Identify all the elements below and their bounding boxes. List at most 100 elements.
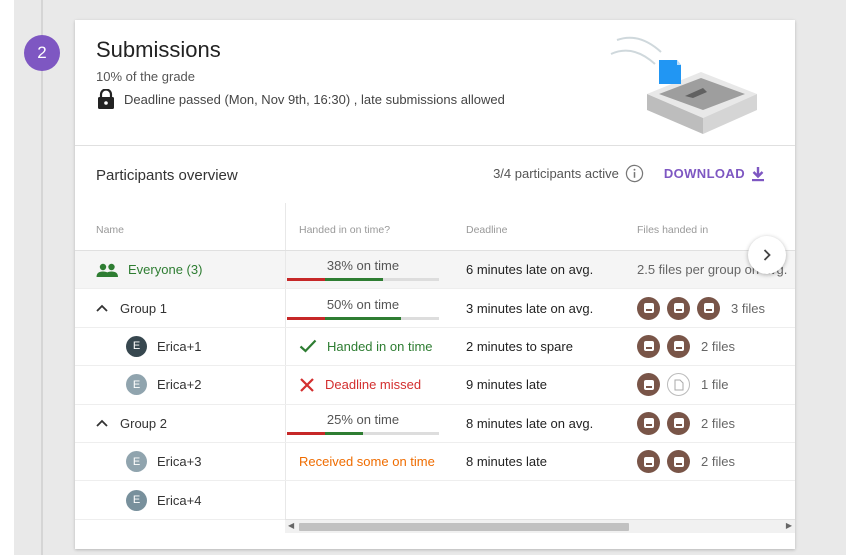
table-row-erica-1[interactable]: E Erica+1 Handed in on time 2 minutes to… <box>75 327 795 367</box>
scrollbar-thumb[interactable] <box>299 523 629 531</box>
on-time-segment <box>325 431 363 435</box>
file-count: 2 files <box>701 338 735 354</box>
close-icon <box>300 378 314 392</box>
on-time-cell: 25% on time <box>285 404 445 442</box>
timeline-line <box>41 0 43 555</box>
deadline-text: Deadline passed (Mon, Nov 9th, 16:30) , … <box>124 91 505 107</box>
on-time-label: 50% on time <box>326 296 400 312</box>
deadline-cell: 2 minutes to spare <box>466 338 573 354</box>
scroll-right-arrow-icon[interactable]: ▶ <box>786 521 792 530</box>
card-header: Submissions 10% of the grade Deadline pa… <box>75 20 795 146</box>
files-cell: 2 files <box>637 405 795 442</box>
download-button[interactable]: DOWNLOAD <box>664 166 765 182</box>
on-time-bar <box>287 278 439 282</box>
image-file-icon[interactable] <box>637 450 660 474</box>
table-row-erica-2[interactable]: E Erica+2 Deadline missed 9 minutes late… <box>75 366 795 405</box>
table-row-erica-4[interactable]: E Erica+4 <box>75 481 795 520</box>
on-time-cell: 50% on time <box>285 289 445 327</box>
image-file-icon[interactable] <box>637 411 660 435</box>
participant-cell: E Erica+2 <box>96 366 281 403</box>
status-cell: Deadline missed <box>285 366 445 404</box>
scroll-right-button[interactable] <box>748 236 786 274</box>
info-icon[interactable] <box>625 164 644 183</box>
document-file-icon[interactable] <box>667 373 690 397</box>
col-time-header[interactable]: Handed in on time? <box>285 203 445 250</box>
participant-cell: E Erica+1 <box>96 328 281 365</box>
col-deadline-header[interactable]: Deadline <box>466 203 626 250</box>
group-label: Group 1 <box>120 300 167 316</box>
overview-title: Participants overview <box>96 167 238 184</box>
inbox-illustration <box>610 36 757 134</box>
status-text: Deadline missed <box>325 377 422 393</box>
file-count: 2 files <box>701 454 735 470</box>
step-number-badge: 2 <box>24 35 60 71</box>
deadline-cell: 9 minutes late <box>466 377 547 393</box>
image-file-icon[interactable] <box>667 334 690 358</box>
image-file-icon[interactable] <box>637 334 660 358</box>
check-icon <box>299 340 317 354</box>
everyone-label: Everyone (3) <box>128 262 203 278</box>
files-cell: 3 files <box>637 289 795 326</box>
people-icon <box>96 263 118 277</box>
status-cell: Handed in on time <box>285 327 445 366</box>
scroll-left-arrow-icon[interactable]: ◀ <box>288 521 294 530</box>
table-header: Name Handed in on time? Deadline Files h… <box>75 203 795 251</box>
participant-name: Erica+4 <box>157 492 202 508</box>
everyone-cell: Everyone (3) <box>96 251 281 288</box>
active-participants: 3/4 participants active <box>493 166 619 181</box>
page-title: Submissions <box>96 37 221 62</box>
participants-table: Name Handed in on time? Deadline Files h… <box>75 203 795 520</box>
on-time-segment <box>325 278 383 282</box>
image-file-icon[interactable] <box>667 296 690 320</box>
image-file-icon[interactable] <box>637 296 660 320</box>
status-text: Handed in on time <box>327 338 433 354</box>
table-row-group-2[interactable]: Group 2 25% on time 8 minutes late on av… <box>75 404 795 443</box>
avatar: E <box>126 335 147 357</box>
late-segment <box>287 431 325 435</box>
file-count: 1 file <box>701 377 729 393</box>
table-row-erica-3[interactable]: E Erica+3 Received some on time 8 minute… <box>75 442 795 482</box>
download-label: DOWNLOAD <box>663 166 745 181</box>
chevron-up-icon[interactable] <box>96 419 108 427</box>
files-cell: 2 files <box>637 328 795 365</box>
deadline-cell: 3 minutes late on avg. <box>466 300 594 316</box>
submissions-card: Submissions 10% of the grade Deadline pa… <box>75 20 795 549</box>
lock-icon <box>98 89 114 109</box>
horizontal-scrollbar[interactable]: ◀ ▶ <box>285 519 795 533</box>
grade-weight: 10% of the grade <box>96 69 196 84</box>
deadline-info: Deadline passed (Mon, Nov 9th, 16:30) , … <box>97 89 505 109</box>
avatar: E <box>126 489 147 511</box>
participant-cell: E Erica+4 <box>96 481 281 518</box>
avatar: E <box>126 451 147 473</box>
late-segment <box>287 316 325 320</box>
group-label: Group 2 <box>120 415 167 431</box>
image-file-icon[interactable] <box>667 450 690 474</box>
on-time-bar <box>287 431 439 435</box>
deadline-cell: 8 minutes late <box>466 454 547 470</box>
group-cell: Group 2 <box>96 405 281 442</box>
late-segment <box>287 278 325 282</box>
participant-name: Erica+3 <box>157 454 202 470</box>
table-row-group-1[interactable]: Group 1 50% on time 3 minutes late on av… <box>75 289 795 328</box>
image-file-icon[interactable] <box>637 373 660 397</box>
file-count: 3 files <box>731 300 765 316</box>
on-time-segment <box>325 316 401 320</box>
participant-name: Erica+1 <box>157 338 202 354</box>
group-cell: Group 1 <box>96 289 281 326</box>
image-file-icon[interactable] <box>697 296 720 320</box>
participant-name: Erica+2 <box>157 377 202 393</box>
status-cell <box>285 481 445 519</box>
col-name-header[interactable]: Name <box>96 203 281 250</box>
chevron-right-icon <box>763 249 771 261</box>
chevron-up-icon[interactable] <box>96 304 108 312</box>
download-icon <box>752 166 764 181</box>
participant-cell: E Erica+3 <box>96 443 281 480</box>
avatar: E <box>126 374 147 396</box>
status-cell: Received some on time <box>285 442 445 481</box>
left-margin <box>0 0 14 555</box>
deadline-cell: 8 minutes late on avg. <box>466 415 594 431</box>
table-row-everyone[interactable]: Everyone (3) 38% on time 6 minutes late … <box>75 251 795 290</box>
image-file-icon[interactable] <box>667 411 690 435</box>
on-time-bar <box>287 316 439 320</box>
on-time-cell: 38% on time <box>285 251 445 289</box>
